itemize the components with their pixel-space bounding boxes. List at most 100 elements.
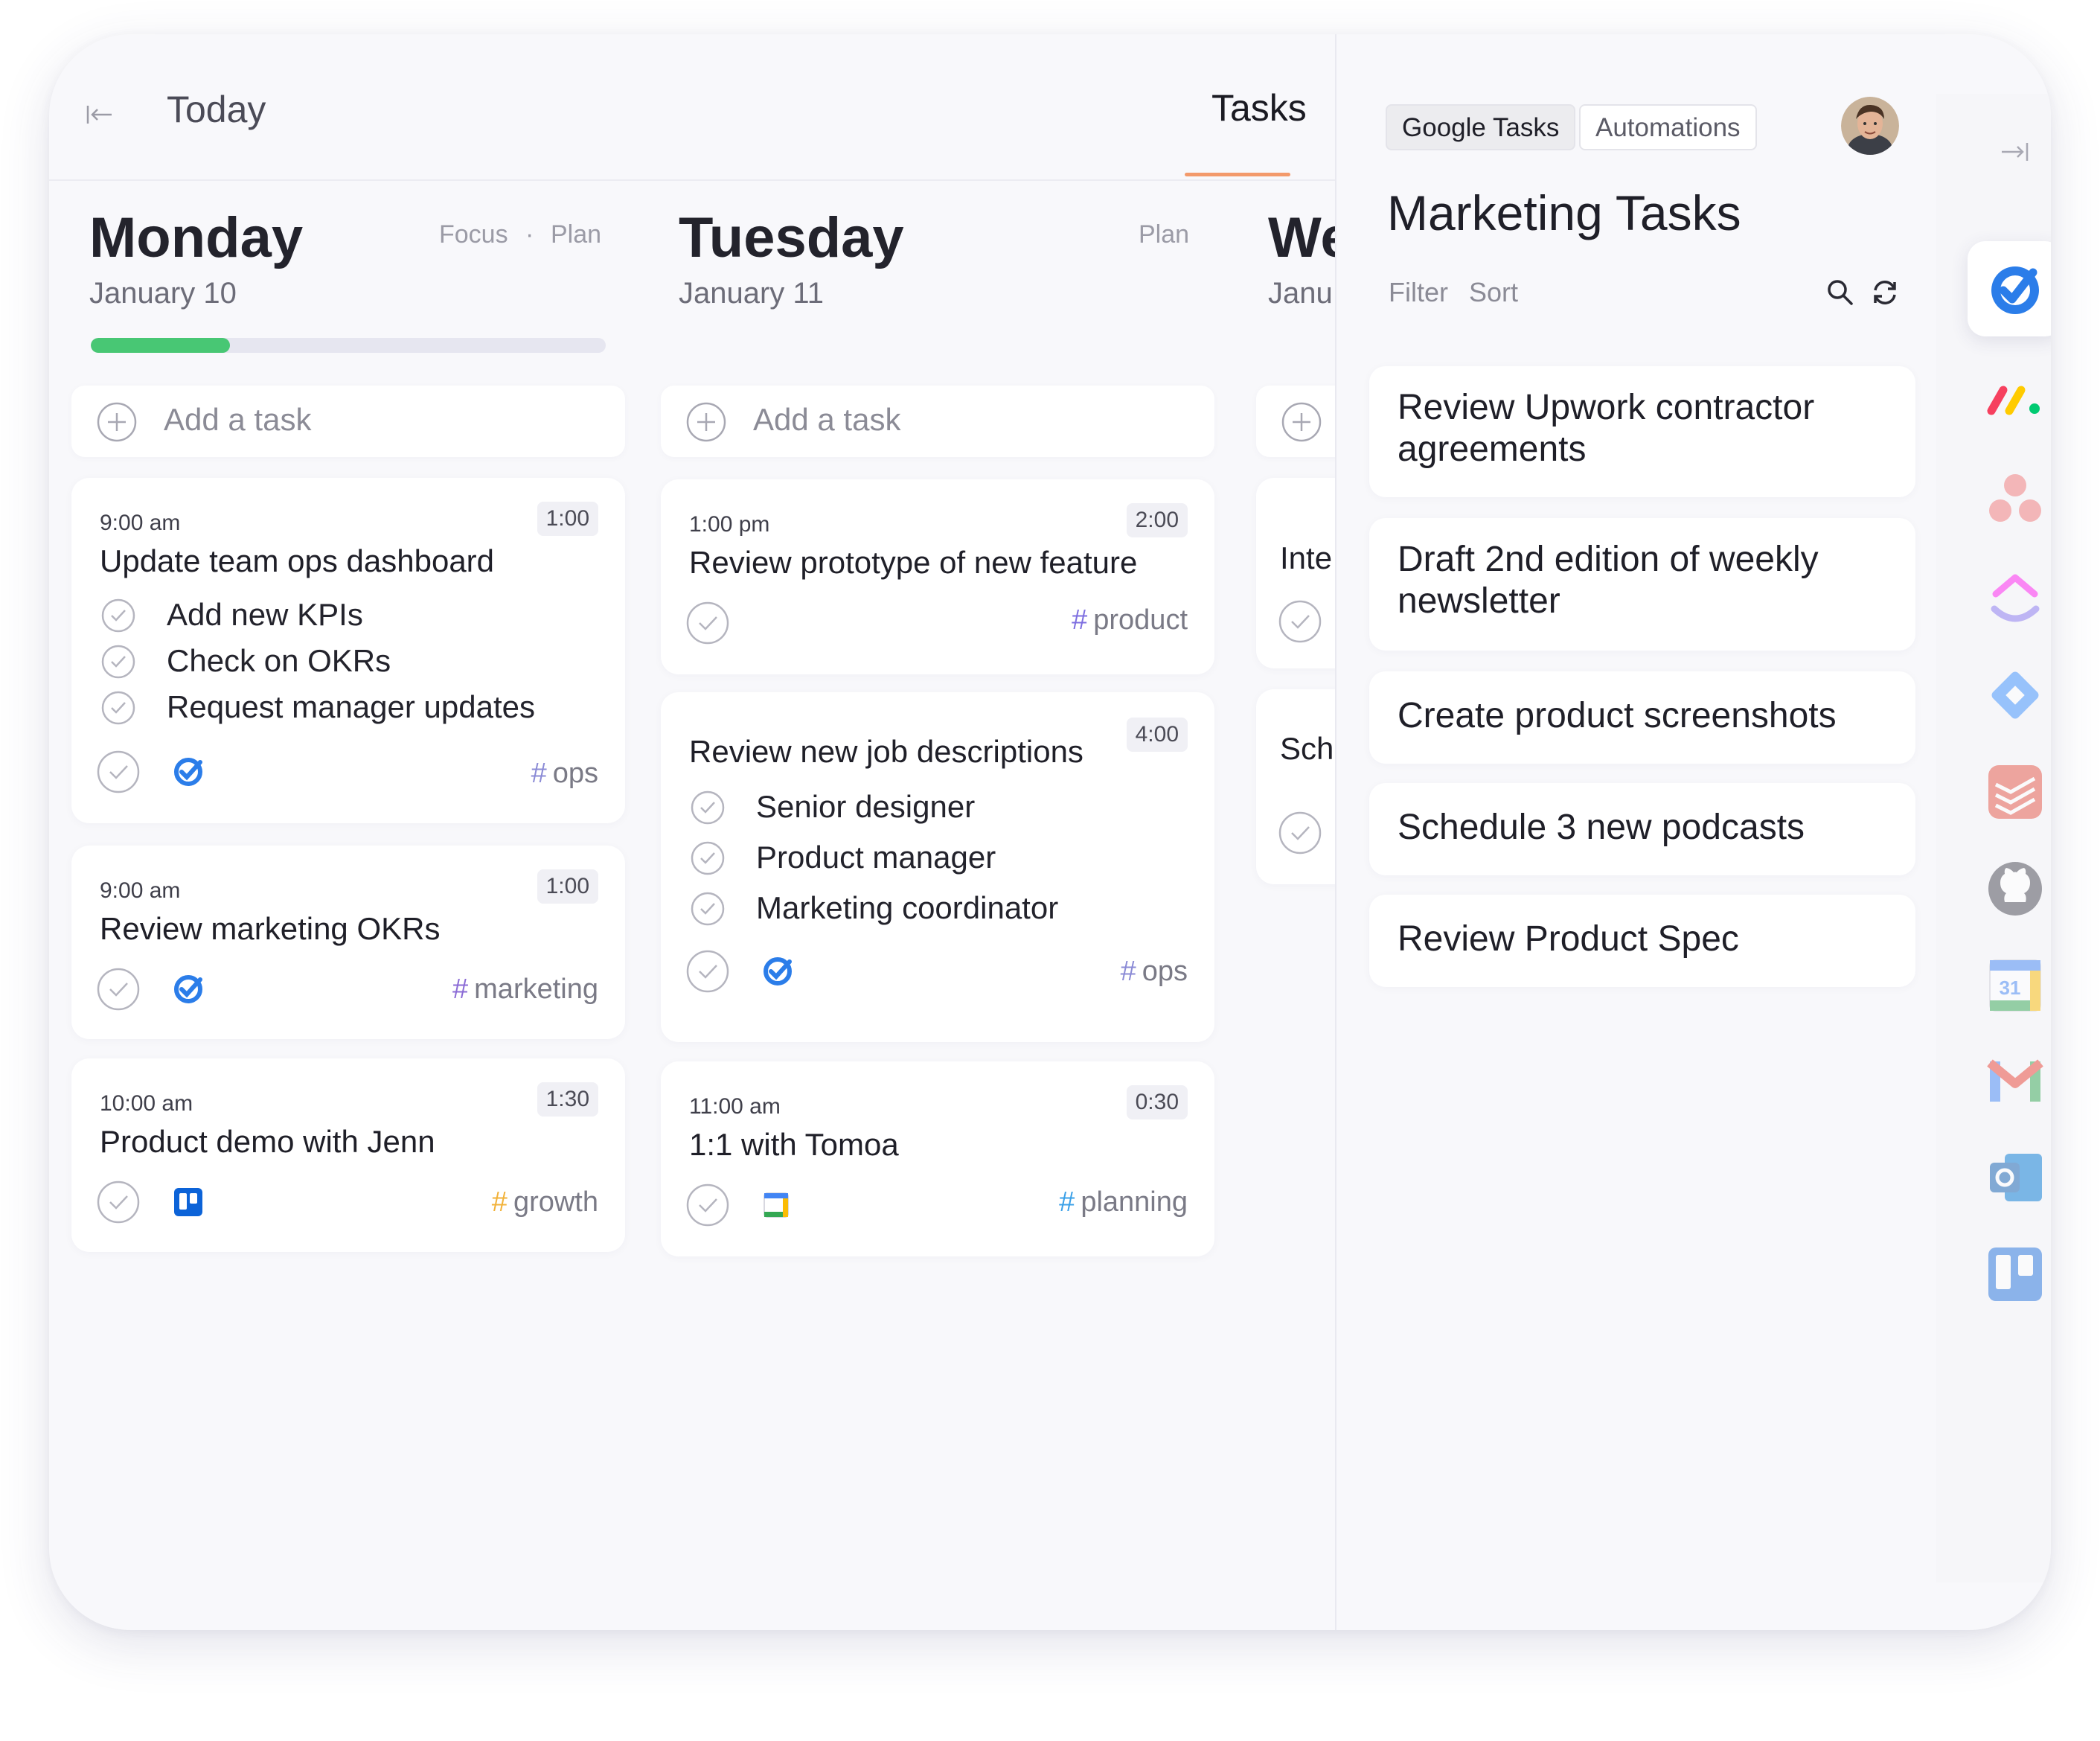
complete-task-icon[interactable] [1278,600,1322,643]
subtask-label: Add new KPIs [167,597,363,632]
task-title: 1:1 with Tomoa [689,1127,899,1162]
task-time: 9:00 am [100,511,181,535]
task-title: Review marketing OKRs [100,911,441,946]
task-title: Update team ops dashboard [100,543,495,578]
task-card[interactable]: Inte [1256,478,1335,668]
gmail-icon[interactable] [1984,1050,2046,1112]
task-tag[interactable]: # planning [1059,1186,1188,1218]
complete-task-icon[interactable] [97,1181,140,1224]
day-name: We [1268,206,1335,269]
check-circle-icon[interactable] [691,892,725,926]
check-circle-icon[interactable] [691,790,725,825]
task-tag[interactable]: # ops [531,758,598,790]
panel-task-card[interactable]: Create product screenshots [1369,671,1915,764]
panel-task-title: Draft 2nd edition of weekly newsletter [1398,540,1819,621]
outlook-icon[interactable] [1984,1146,2046,1209]
user-avatar[interactable] [1841,97,1899,155]
panel-task-card[interactable]: Schedule 3 new podcasts [1369,783,1915,875]
check-circle-icon[interactable] [691,841,725,875]
task-tag[interactable]: # growth [492,1186,598,1218]
check-circle-icon[interactable] [101,691,135,725]
search-icon[interactable] [1825,277,1856,308]
focus-link[interactable]: Focus [439,220,508,249]
task-title: Product demo with Jenn [100,1124,435,1159]
filter-button[interactable]: Filter [1389,277,1448,308]
check-circle-icon[interactable] [101,645,135,679]
tag-label: ops [1142,956,1188,987]
jira-icon[interactable] [1984,664,2046,726]
task-duration: 1:30 [537,1082,598,1117]
tag-hash: # [1059,1186,1075,1218]
github-icon[interactable] [1984,857,2046,920]
google-calendar-icon[interactable]: 31 [1984,954,2046,1017]
sort-button[interactable]: Sort [1469,277,1518,308]
task-tag[interactable]: # marketing [452,974,598,1006]
complete-task-icon[interactable] [686,1183,729,1227]
plus-circle-icon [1281,402,1322,442]
panel-task-title: Review Product Spec [1398,919,1739,959]
asana-icon[interactable] [1984,467,2046,530]
task-duration: 1:00 [537,502,598,536]
add-task-button[interactable]: Add a task [661,386,1214,457]
app-window: Today Tasks Monday January 10 Focus · Pl… [49,34,2051,1630]
task-card[interactable]: 1:00 pm 2:00 Review prototype of new fea… [661,479,1214,674]
complete-task-icon[interactable] [686,950,729,993]
day-date: January 11 [679,277,824,310]
complete-task-icon[interactable] [97,750,140,793]
panel-task-card[interactable]: Draft 2nd edition of weekly newsletter [1369,518,1915,651]
add-task-button[interactable]: Add a task [71,386,625,457]
trello-icon[interactable] [1984,1243,2046,1306]
plan-link[interactable]: Plan [1139,220,1189,249]
todoist-icon[interactable] [1984,761,2046,823]
complete-task-icon[interactable] [1278,811,1322,854]
task-card[interactable]: Review new job descriptions 4:00 Senior … [661,692,1214,1042]
google-calendar-icon [764,1192,789,1218]
clickup-icon[interactable] [1984,566,2046,628]
task-card[interactable]: 11:00 am 0:30 1:1 with Tomoa # planning [661,1061,1214,1256]
panel-divider [1335,34,1336,1630]
task-card[interactable]: 9:00 am 1:00 Update team ops dashboard A… [71,478,625,823]
task-card[interactable]: Sche [1256,689,1335,884]
subtask-label: Product manager [756,840,996,875]
tag-hash: # [491,1186,508,1218]
chip-google-tasks[interactable]: Google Tasks [1386,104,1576,150]
add-task-button[interactable] [1256,386,1335,457]
day-name: Tuesday [679,206,904,269]
monday-icon[interactable] [1984,368,2046,430]
google-tasks-icon[interactable] [1984,258,2046,320]
google-tasks-icon [764,957,792,985]
panel-title: Marketing Tasks [1387,185,1741,240]
panel-task-card[interactable]: Review Upwork contractor agreements [1369,366,1915,497]
tag-hash: # [1120,956,1136,987]
collapse-sidebar-icon[interactable] [85,100,115,130]
tag-hash: # [452,974,469,1005]
wednesday-column-clipped: We Janu Inte Sche [1250,34,1335,1630]
complete-task-icon[interactable] [97,968,140,1011]
plan-link[interactable]: Plan [551,220,601,249]
task-title: Inte [1280,540,1333,575]
task-tag[interactable]: # ops [1121,956,1188,988]
task-duration: 1:00 [537,869,598,904]
task-time: 9:00 am [100,878,181,903]
task-card[interactable]: 10:00 am 1:30 Product demo with Jenn # gr… [71,1058,625,1252]
google-tasks-icon [174,975,202,1003]
tag-label: product [1093,604,1188,636]
task-tag[interactable]: # product [1072,604,1188,636]
check-circle-icon[interactable] [101,598,135,633]
chip-automations[interactable]: Automations [1579,104,1757,150]
add-task-label: Add a task [753,402,901,437]
complete-task-icon[interactable] [686,601,729,645]
task-duration: 2:00 [1126,503,1188,537]
tag-label: ops [552,758,598,789]
subtask-label: Check on OKRs [167,643,391,678]
panel-task-title: Schedule 3 new podcasts [1398,808,1805,847]
tag-label: marketing [474,974,598,1005]
task-card[interactable]: 9:00 am 1:00 Review marketing OKRs # mark… [71,846,625,1039]
collapse-panel-icon[interactable] [1999,135,2032,168]
tag-hash: # [1072,604,1088,636]
subtask-label: Marketing coordinator [756,890,1059,925]
refresh-icon[interactable] [1869,277,1901,308]
tag-label: planning [1081,1186,1188,1218]
trello-icon [174,1188,202,1216]
panel-task-card[interactable]: Review Product Spec [1369,895,1915,987]
